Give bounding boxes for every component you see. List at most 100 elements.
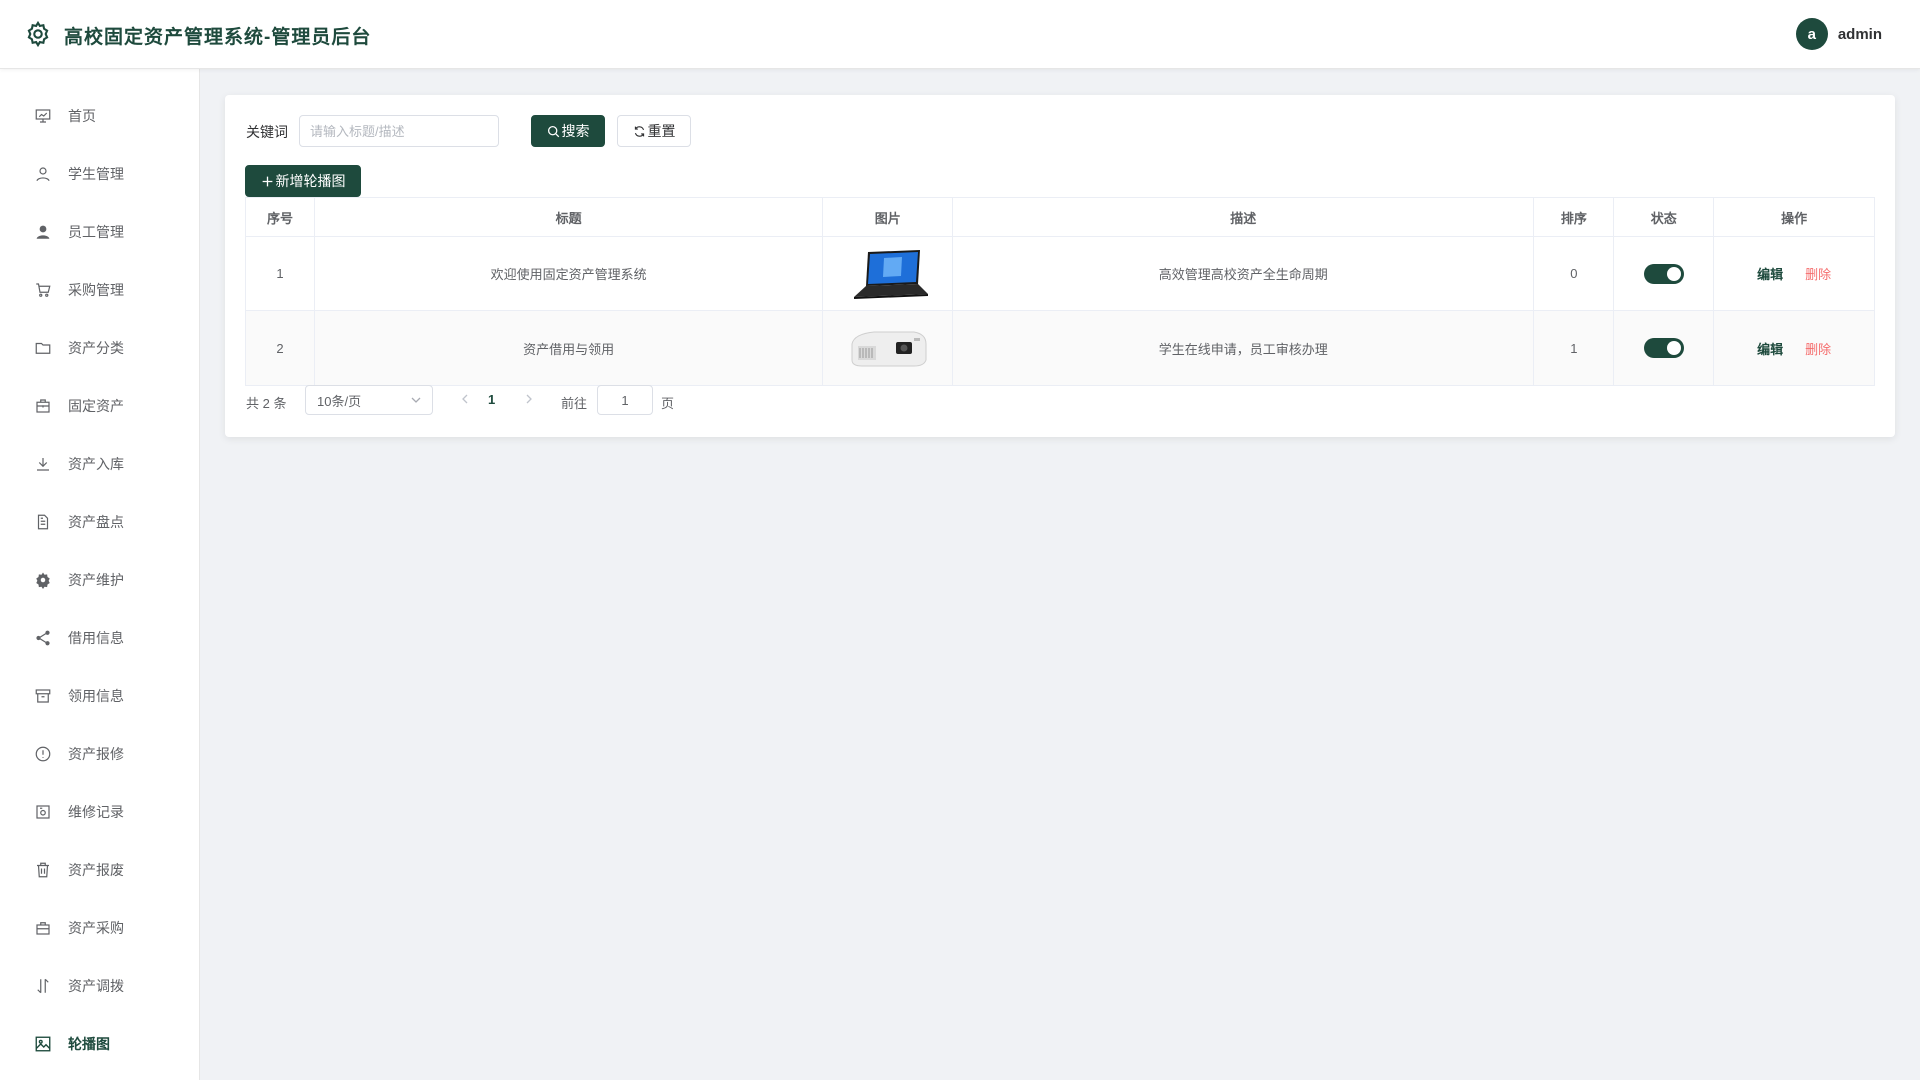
- row-sort: 0: [1534, 237, 1615, 310]
- add-carousel-button[interactable]: 新增轮播图: [245, 165, 361, 197]
- column-header-description: 描述: [953, 198, 1535, 236]
- toggle-knob: [1666, 266, 1681, 281]
- username[interactable]: admin: [1838, 26, 1882, 43]
- reset-button[interactable]: 重置: [617, 115, 691, 147]
- column-header-sort: 排序: [1534, 198, 1615, 236]
- row-index: 1: [246, 237, 315, 310]
- sidebar-item-label: 首页: [68, 108, 96, 124]
- row-title: 欢迎使用固定资产管理系统: [315, 237, 824, 310]
- box-icon: [34, 687, 52, 705]
- sidebar-item-label: 资产报废: [68, 862, 124, 878]
- sidebar-item-label: 领用信息: [68, 688, 124, 704]
- page-size-value: 10条/页: [317, 393, 362, 409]
- sidebar-item-inventory[interactable]: 资产盘点: [0, 493, 199, 551]
- plus-icon: [261, 175, 274, 188]
- sidebar-item-label: 资产报修: [68, 746, 124, 762]
- sidebar-item-repair-records[interactable]: 维修记录: [0, 783, 199, 841]
- delete-button[interactable]: 删除: [1805, 339, 1831, 358]
- sidebar-item-inbound[interactable]: 资产入库: [0, 435, 199, 493]
- document-icon: [34, 513, 52, 531]
- camera-icon: [34, 803, 52, 821]
- row-status-cell: [1614, 237, 1715, 310]
- laptop-image[interactable]: [843, 245, 932, 302]
- goto-page-input[interactable]: [597, 385, 653, 415]
- user-menu[interactable]: a admin: [1795, 18, 1882, 50]
- warning-icon: [34, 745, 52, 763]
- sidebar-item-label: 员工管理: [68, 224, 124, 240]
- status-toggle[interactable]: [1643, 263, 1684, 284]
- cart-icon: [34, 281, 52, 299]
- sidebar-item-label: 借用信息: [68, 630, 124, 646]
- sidebar-item-label: 资产盘点: [68, 514, 124, 530]
- row-actions-cell: 编辑 删除: [1714, 311, 1874, 385]
- share-icon: [34, 629, 52, 647]
- sidebar-item-procurement[interactable]: 资产采购: [0, 899, 199, 957]
- delete-button[interactable]: 删除: [1805, 264, 1831, 283]
- pagination-total: 共 2 条: [246, 396, 287, 411]
- chevron-down-icon: [410, 394, 422, 406]
- status-toggle[interactable]: [1643, 338, 1684, 358]
- toggle-knob: [1666, 341, 1681, 355]
- picture-icon: [34, 1035, 52, 1053]
- refresh-icon: [633, 125, 646, 138]
- gear-icon: [24, 20, 52, 48]
- column-header-image: 图片: [823, 198, 954, 236]
- app-title: 高校固定资产管理系统-管理员后台: [64, 27, 372, 48]
- sidebar-item-students[interactable]: 学生管理: [0, 145, 199, 203]
- sidebar-item-carousel[interactable]: 轮播图: [0, 1015, 199, 1073]
- goto-label: 前往: [561, 396, 588, 411]
- carousel-management-card: 关键词 搜索 重置 新增轮播图 序号 标题 图片 描述 排序 状态 操作 1 欢…: [225, 95, 1895, 437]
- edit-button[interactable]: 编辑: [1757, 264, 1783, 283]
- row-index: 2: [246, 311, 315, 385]
- sidebar-item-label: 轮播图: [68, 1036, 110, 1052]
- sidebar-item-label: 资产调拨: [68, 978, 124, 994]
- dashboard-icon: [34, 107, 52, 125]
- column-header-title: 标题: [315, 198, 824, 236]
- row-description: 学生在线申请，员工审核办理: [953, 311, 1535, 385]
- row-image-cell: [823, 311, 954, 385]
- column-header-status: 状态: [1614, 198, 1715, 236]
- keyword-search-input[interactable]: [299, 115, 499, 147]
- row-description: 高效管理高校资产全生命周期: [953, 237, 1535, 310]
- add-carousel-button-label: 新增轮播图: [275, 173, 346, 189]
- row-sort: 1: [1534, 311, 1615, 385]
- search-button[interactable]: 搜索: [531, 115, 605, 147]
- sidebar-item-categories[interactable]: 资产分类: [0, 319, 199, 377]
- sidebar-item-staff[interactable]: 员工管理: [0, 203, 199, 261]
- sidebar-item-purchase[interactable]: 采购管理: [0, 261, 199, 319]
- settings-icon: [34, 571, 52, 589]
- sidebar-item-receive[interactable]: 领用信息: [0, 667, 199, 725]
- sidebar-item-maintenance[interactable]: 资产维护: [0, 551, 199, 609]
- prev-page-button[interactable]: [455, 389, 475, 409]
- sidebar-item-borrow[interactable]: 借用信息: [0, 609, 199, 667]
- row-status-cell: [1614, 311, 1715, 385]
- sidebar-item-label: 学生管理: [68, 166, 124, 182]
- search-button-label: 搜索: [561, 123, 590, 139]
- avatar[interactable]: a: [1795, 18, 1828, 50]
- reset-button-label: 重置: [647, 123, 676, 139]
- sidebar: 首页 学生管理 员工管理 采购管理 资产分类 固定资产 资产入库 资产盘点 资产…: [0, 69, 200, 1080]
- sidebar-item-fixed-assets[interactable]: 固定资产: [0, 377, 199, 435]
- search-icon: [547, 125, 560, 138]
- column-header-actions: 操作: [1781, 210, 1808, 226]
- chevron-right-icon: [526, 394, 532, 404]
- download-icon: [34, 455, 52, 473]
- page-size-select[interactable]: 10条/页: [305, 385, 433, 415]
- user-outline-icon: [34, 165, 52, 183]
- sidebar-item-scrap[interactable]: 资产报废: [0, 841, 199, 899]
- row-image-cell: [823, 237, 954, 310]
- sidebar-item-label: 资产入库: [68, 456, 124, 472]
- page-number-current[interactable]: 1: [488, 392, 495, 407]
- projector-image[interactable]: [843, 320, 932, 376]
- carousel-table: 序号 标题 图片 描述 排序 状态 操作 1 欢迎使用固定资产管理系统 高效管理…: [245, 197, 1875, 386]
- sidebar-item-home[interactable]: 首页: [0, 87, 199, 145]
- keyword-label: 关键词: [246, 124, 288, 140]
- sidebar-item-label: 资产维护: [68, 572, 124, 588]
- trash-icon: [34, 861, 52, 879]
- edit-button[interactable]: 编辑: [1757, 339, 1783, 358]
- sidebar-item-label: 维修记录: [68, 804, 124, 820]
- next-page-button[interactable]: [519, 389, 539, 409]
- row-actions-cell: 编辑 删除: [1714, 237, 1874, 310]
- sidebar-item-transfer[interactable]: 资产调拨: [0, 957, 199, 1015]
- sidebar-item-repair-request[interactable]: 资产报修: [0, 725, 199, 783]
